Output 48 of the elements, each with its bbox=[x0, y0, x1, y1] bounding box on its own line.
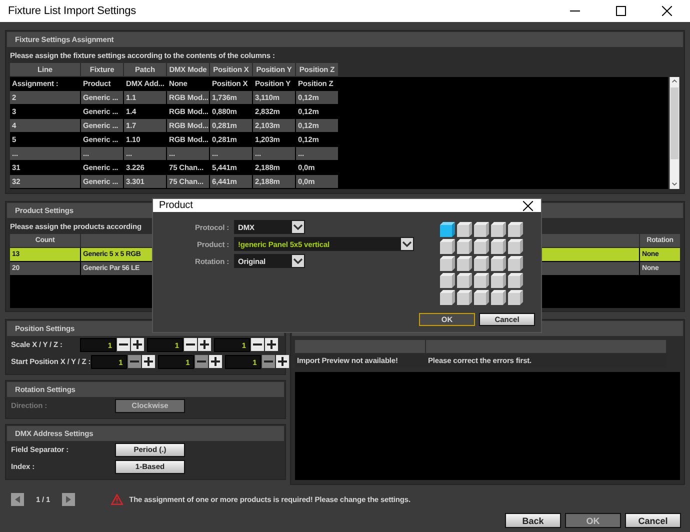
dropdown-arrow-icon bbox=[401, 238, 413, 250]
plus-icon[interactable] bbox=[208, 355, 222, 368]
previous-page-button[interactable] bbox=[11, 492, 24, 506]
pixel-tile[interactable] bbox=[474, 256, 489, 271]
close-icon[interactable] bbox=[523, 200, 533, 210]
scrollbar[interactable] bbox=[669, 77, 680, 189]
window-title: Fixture List Import Settings bbox=[7, 5, 138, 17]
maximize-icon[interactable] bbox=[616, 6, 626, 16]
pixel-tile[interactable] bbox=[474, 222, 489, 237]
pixel-tile[interactable] bbox=[508, 256, 523, 271]
dropdown-arrow-icon bbox=[292, 255, 304, 267]
plus-icon[interactable] bbox=[198, 338, 211, 351]
pixel-tile[interactable] bbox=[440, 239, 455, 254]
warning-icon bbox=[111, 494, 124, 504]
dropdown-arrow-icon bbox=[292, 221, 304, 233]
pixel-tile[interactable] bbox=[457, 239, 472, 254]
pixel-tile[interactable] bbox=[508, 290, 523, 305]
pixel-tile[interactable] bbox=[491, 239, 506, 254]
pixel-tile[interactable] bbox=[474, 273, 489, 288]
plus-icon[interactable] bbox=[276, 355, 289, 368]
pixel-tile[interactable] bbox=[440, 222, 455, 237]
pixel-tile[interactable] bbox=[440, 256, 455, 271]
pixel-tile[interactable] bbox=[491, 290, 506, 305]
pixel-tile[interactable] bbox=[508, 222, 523, 237]
close-icon[interactable] bbox=[662, 6, 672, 16]
minus-icon[interactable] bbox=[184, 338, 197, 351]
pixel-tile[interactable] bbox=[474, 290, 489, 305]
pixel-tile[interactable] bbox=[491, 256, 506, 271]
dialog-title: Product bbox=[159, 200, 194, 211]
pixel-tile[interactable] bbox=[491, 222, 506, 237]
next-page-button[interactable] bbox=[62, 492, 76, 506]
dialog-button[interactable]: Back bbox=[505, 513, 561, 528]
minus-icon[interactable] bbox=[117, 338, 130, 351]
pixel-tile[interactable] bbox=[491, 273, 506, 288]
pixel-tile[interactable] bbox=[440, 290, 455, 305]
pixel-tile[interactable] bbox=[457, 273, 472, 288]
pixel-tile[interactable] bbox=[457, 256, 472, 271]
pixel-tile[interactable] bbox=[457, 290, 472, 305]
pixel-tile[interactable] bbox=[508, 273, 523, 288]
minus-icon[interactable] bbox=[251, 338, 264, 351]
plus-icon[interactable] bbox=[131, 338, 144, 351]
pixel-tile[interactable] bbox=[474, 239, 489, 254]
plus-icon[interactable] bbox=[265, 338, 278, 351]
pixel-tile[interactable] bbox=[457, 222, 472, 237]
pixel-tile[interactable] bbox=[440, 273, 455, 288]
pixel-tile[interactable] bbox=[508, 239, 523, 254]
plus-icon[interactable] bbox=[142, 355, 155, 368]
dialog-button[interactable]: Cancel bbox=[625, 513, 681, 528]
